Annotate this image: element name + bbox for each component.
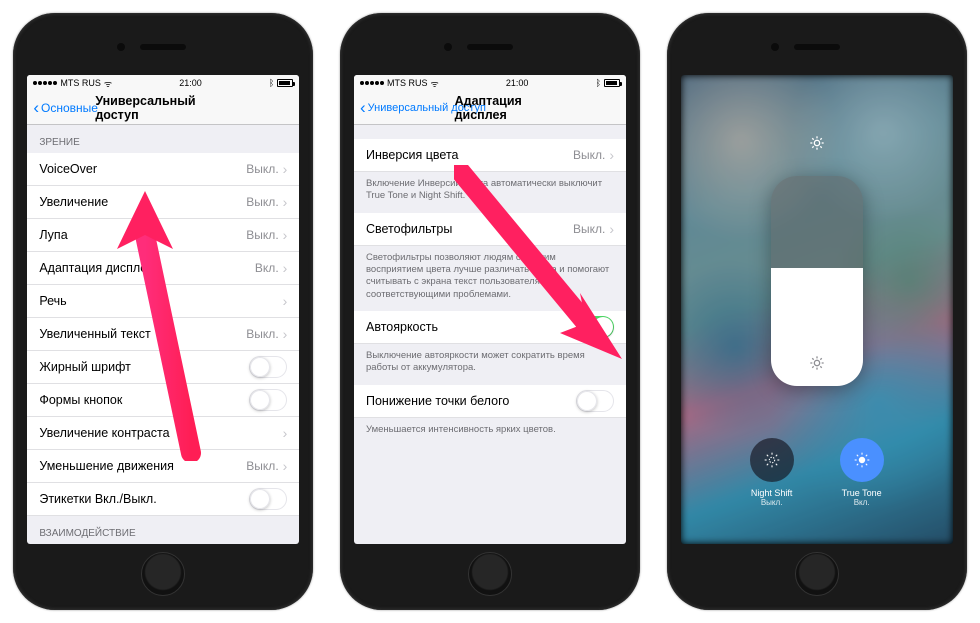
true-tone-state: Вкл. <box>842 498 882 508</box>
chevron-right-icon: › <box>609 221 614 237</box>
sun-icon <box>809 355 825 374</box>
row-onoff-labels[interactable]: Этикетки Вкл./Выкл. <box>27 483 299 516</box>
nav-bar: ‹ Основные Универсальный доступ <box>27 91 299 125</box>
sun-icon <box>809 135 825 154</box>
row-detail: Выкл. <box>246 228 278 242</box>
chevron-left-icon: ‹ <box>360 99 366 116</box>
clock: 21:00 <box>179 78 202 88</box>
row-label: Уменьшение движения <box>39 459 174 473</box>
row-detail: Вкл. <box>255 261 279 275</box>
toggle-labels[interactable] <box>249 488 287 510</box>
true-tone-label: True Tone <box>842 488 882 499</box>
carrier: MTS RUS <box>60 78 101 88</box>
home-button[interactable] <box>141 552 185 596</box>
phone-accessibility: MTS RUS ᯤ 21:00 ᛒ ‹ Основные Универсальн… <box>13 13 313 610</box>
signal-icon <box>360 81 384 85</box>
row-display-accommodations[interactable]: Адаптация дисплея Вкл. › <box>27 252 299 285</box>
footer-autobright: Выключение автояркости может сократить в… <box>354 344 626 385</box>
row-button-shapes[interactable]: Формы кнопок <box>27 384 299 417</box>
chevron-right-icon: › <box>283 260 288 276</box>
night-shift-label: Night Shift <box>751 488 793 499</box>
wifi-icon: ᯤ <box>104 77 112 90</box>
back-button[interactable]: ‹ Основные <box>33 99 98 116</box>
row-label: Понижение точки белого <box>366 394 509 408</box>
clock: 21:00 <box>506 78 529 88</box>
footer-filters: Светофильтры позволяют людям с плохим во… <box>354 246 626 311</box>
section-header-vision: ЗРЕНИЕ <box>27 125 299 153</box>
chevron-left-icon: ‹ <box>33 99 39 116</box>
row-label: Этикетки Вкл./Выкл. <box>39 492 156 506</box>
row-label: Увеличенный текст <box>39 327 150 341</box>
bluetooth-icon: ᛒ <box>596 78 601 88</box>
battery-icon <box>604 79 620 87</box>
row-label: Лупа <box>39 228 67 242</box>
row-label: Адаптация дисплея <box>39 261 154 275</box>
row-label: Увеличение контраста <box>39 426 169 440</box>
night-shift-button[interactable]: Night Shift Выкл. <box>750 438 794 508</box>
row-bold-text[interactable]: Жирный шрифт <box>27 351 299 384</box>
toggle-shapes[interactable] <box>249 389 287 411</box>
status-bar: MTS RUS ᯤ 21:00 ᛒ <box>27 75 299 91</box>
home-button[interactable] <box>468 552 512 596</box>
chevron-right-icon: › <box>283 326 288 342</box>
row-detail: Выкл. <box>246 195 278 209</box>
chevron-right-icon: › <box>283 161 288 177</box>
row-color-inversion[interactable]: Инверсия цвета Выкл. › <box>354 139 626 172</box>
chevron-right-icon: › <box>283 194 288 210</box>
true-tone-button[interactable]: True Tone Вкл. <box>840 438 884 508</box>
row-detail: Выкл. <box>246 459 278 473</box>
row-label: Увеличение <box>39 195 108 209</box>
row-increase-contrast[interactable]: Увеличение контраста › <box>27 417 299 450</box>
night-shift-state: Выкл. <box>751 498 793 508</box>
footer-whitepoint: Уменьшается интенсивность ярких цветов. <box>354 418 626 446</box>
bluetooth-icon: ᛒ <box>269 78 274 88</box>
row-label: Автояркость <box>366 320 438 334</box>
row-detail: Выкл. <box>573 148 605 162</box>
row-detail: Выкл. <box>246 162 278 176</box>
row-label: Инверсия цвета <box>366 148 459 162</box>
chevron-right-icon: › <box>609 147 614 163</box>
row-label: Формы кнопок <box>39 393 122 407</box>
toggle-white-point[interactable] <box>576 390 614 412</box>
signal-icon <box>33 81 57 85</box>
nav-bar: ‹ Универсальный доступ Адаптация дисплея <box>354 91 626 125</box>
row-detail: Выкл. <box>573 222 605 236</box>
back-label: Основные <box>41 101 98 115</box>
battery-icon <box>277 79 293 87</box>
row-detail: Выкл. <box>246 327 278 341</box>
chevron-right-icon: › <box>283 293 288 309</box>
toggle-bold[interactable] <box>249 356 287 378</box>
chevron-right-icon: › <box>283 425 288 441</box>
phone-control-center: Night Shift Выкл. <box>667 13 967 610</box>
toggle-auto-brightness[interactable] <box>576 316 614 338</box>
wifi-icon: ᯤ <box>430 77 438 90</box>
row-auto-brightness[interactable]: Автояркость <box>354 311 626 344</box>
row-label: Речь <box>39 294 66 308</box>
row-color-filters[interactable]: Светофильтры Выкл. › <box>354 213 626 246</box>
footer-inversion: Включение Инверсии цвета автоматически в… <box>354 172 626 213</box>
carrier: MTS RUS <box>387 78 428 88</box>
row-reduce-white-point[interactable]: Понижение точки белого <box>354 385 626 418</box>
brightness-slider[interactable] <box>771 176 863 386</box>
row-label: Светофильтры <box>366 222 452 236</box>
row-label: Жирный шрифт <box>39 360 131 374</box>
row-label: VoiceOver <box>39 162 97 176</box>
chevron-right-icon: › <box>283 458 288 474</box>
chevron-right-icon: › <box>283 227 288 243</box>
row-speech[interactable]: Речь › <box>27 285 299 318</box>
row-larger-text[interactable]: Увеличенный текст Выкл. › <box>27 318 299 351</box>
row-magnifier[interactable]: Лупа Выкл. › <box>27 219 299 252</box>
row-reduce-motion[interactable]: Уменьшение движения Выкл. › <box>27 450 299 483</box>
page-title: Адаптация дисплея <box>455 94 569 122</box>
status-bar: MTS RUS ᯤ 21:00 ᛒ <box>354 75 626 91</box>
row-voiceover[interactable]: VoiceOver Выкл. › <box>27 153 299 186</box>
row-zoom[interactable]: Увеличение Выкл. › <box>27 186 299 219</box>
page-title: Универсальный доступ <box>95 94 231 122</box>
home-button[interactable] <box>795 552 839 596</box>
phone-display-accommodations: MTS RUS ᯤ 21:00 ᛒ ‹ Универсальный доступ… <box>340 13 640 610</box>
section-header-interaction: ВЗАИМОДЕЙСТВИЕ <box>27 516 299 544</box>
